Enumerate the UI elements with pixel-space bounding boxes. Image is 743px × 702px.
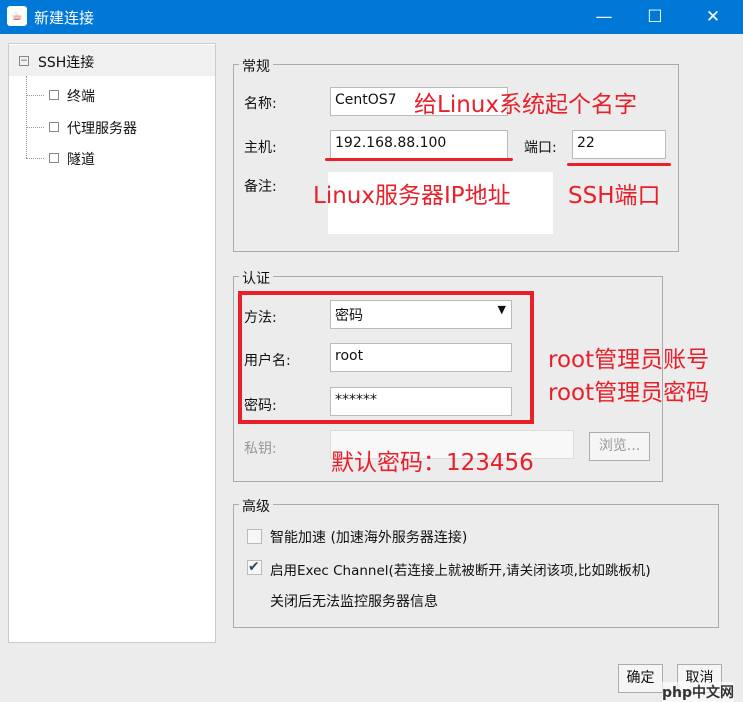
port-underline	[567, 163, 671, 166]
accel-label: 智能加速 (加速海外服务器连接)	[270, 530, 468, 546]
collapse-icon[interactable]: −	[19, 56, 29, 66]
watermark: php中文网	[662, 682, 735, 702]
exec-note: 关闭后无法监控服务器信息	[270, 594, 438, 610]
auth-legend: 认证	[239, 268, 273, 288]
general-legend: 常规	[239, 56, 273, 76]
browse-button[interactable]: 浏览...	[589, 432, 650, 461]
annotation-pass: root管理员密码	[548, 380, 710, 406]
host-label: 主机:	[244, 140, 277, 156]
host-input[interactable]: 192.168.88.100	[330, 130, 508, 159]
exec-checkbox[interactable]: ✔	[247, 560, 262, 575]
tree-item-ssh[interactable]: − SSH连接	[9, 45, 215, 76]
title-bar: ☕ 新建连接 — ☐ ✕	[0, 0, 743, 34]
name-label: 名称:	[244, 96, 277, 112]
advanced-legend: 高级	[239, 496, 273, 516]
annotation-name: 给Linux系统起个名字	[414, 92, 637, 118]
close-button[interactable]: ✕	[690, 0, 736, 34]
ok-button[interactable]: 确定	[618, 664, 663, 693]
minimize-button[interactable]: —	[581, 0, 627, 34]
annotation-port: SSH端口	[568, 183, 661, 209]
tree-label: SSH连接	[38, 55, 95, 71]
annotation-default-pass: 默认密码：123456	[331, 450, 534, 476]
maximize-button[interactable]: ☐	[632, 0, 678, 34]
settings-tree: − SSH连接 终端 代理服务器 隧道	[8, 43, 216, 643]
port-label: 端口:	[524, 140, 557, 156]
annotation-user: root管理员账号	[548, 347, 710, 373]
port-input[interactable]: 22	[572, 130, 666, 159]
java-app-icon: ☕	[7, 6, 27, 26]
window-title: 新建连接	[34, 9, 95, 27]
accel-checkbox[interactable]	[247, 529, 262, 544]
exec-label: 启用Exec Channel(若连接上就被断开,请关闭该项,比如跳板机)	[270, 563, 651, 579]
auth-highlight-box	[238, 291, 534, 424]
host-underline	[325, 158, 513, 161]
tree-line	[26, 76, 27, 158]
annotation-host: Linux服务器IP地址	[313, 183, 511, 209]
note-label: 备注:	[244, 179, 277, 195]
private-key-label: 私钥:	[244, 441, 277, 457]
